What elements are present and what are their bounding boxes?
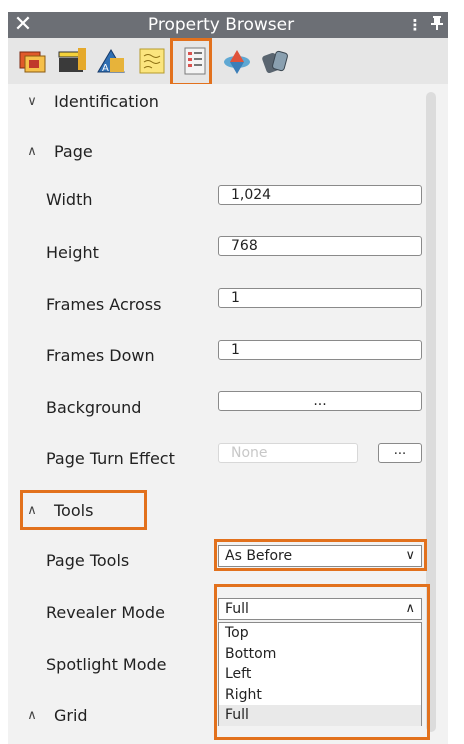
height-label: Height — [46, 243, 99, 262]
section-label: Grid — [54, 705, 88, 725]
page-turn-effect-button[interactable]: ... — [378, 443, 422, 463]
section-label: Identification — [54, 91, 159, 111]
close-icon[interactable]: ✕ — [8, 12, 38, 38]
tools-section-highlight — [20, 490, 147, 530]
pin-icon[interactable] — [426, 16, 448, 34]
designer-icon[interactable]: A — [94, 44, 128, 78]
frames-down-label: Frames Down — [46, 346, 155, 365]
frames-across-field[interactable]: 1 — [218, 288, 422, 308]
page-turn-effect-label: Page Turn Effect — [46, 449, 175, 468]
chevron-down-icon: ∨ — [27, 93, 37, 109]
devices-icon[interactable] — [258, 44, 292, 78]
chevron-up-icon: ∧ — [27, 143, 37, 159]
background-field[interactable]: ... — [218, 391, 422, 411]
spinner-icon[interactable] — [220, 44, 254, 78]
background-label: Background — [46, 398, 142, 417]
window-title: Property Browser — [147, 15, 295, 35]
section-identification[interactable]: ∨ Identification — [18, 78, 428, 124]
width-field[interactable]: 1,024 — [218, 185, 422, 205]
frames-down-field[interactable]: 1 — [218, 340, 422, 360]
section-page[interactable]: ∧ Page — [18, 128, 428, 174]
height-field[interactable]: 768 — [218, 236, 422, 256]
section-grid[interactable]: ∧ Grid — [18, 692, 428, 738]
slides-icon[interactable] — [16, 44, 50, 78]
scene-icon[interactable] — [56, 44, 90, 78]
page-tools-highlight — [214, 539, 427, 571]
page-turn-effect-field[interactable]: None — [218, 443, 358, 463]
page-tools-label: Page Tools — [46, 551, 130, 570]
section-label: Page — [54, 141, 93, 161]
svg-text:A: A — [102, 63, 109, 74]
menu-icon[interactable]: ⋮ — [404, 16, 426, 34]
frames-across-label: Frames Across — [46, 295, 162, 314]
width-label: Width — [46, 190, 93, 209]
notes-icon[interactable] — [136, 44, 170, 78]
chevron-up-icon: ∧ — [27, 707, 37, 723]
revealer-mode-label: Revealer Mode — [46, 603, 165, 622]
spotlight-mode-label: Spotlight Mode — [46, 655, 167, 674]
title-bar: ✕ Property Browser ⋮ — [8, 12, 448, 38]
